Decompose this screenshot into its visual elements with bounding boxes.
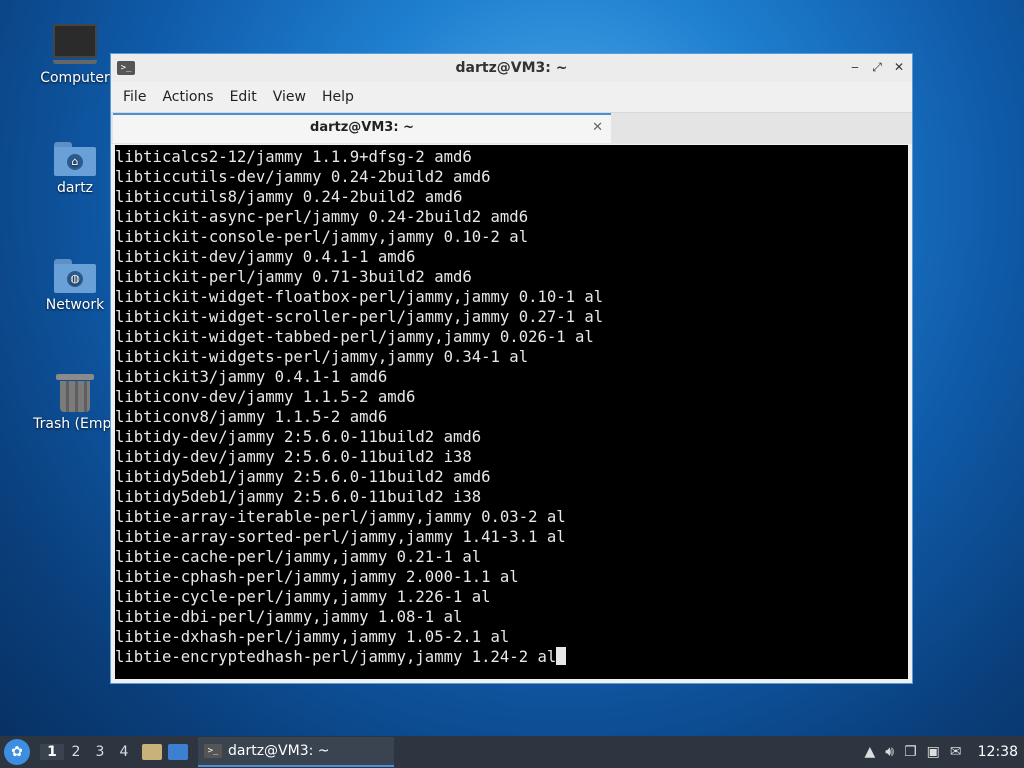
terminal-lines: libticalcs2-12/jammy 1.1.9+dfsg-2 amd6 l…	[115, 145, 908, 667]
menu-view[interactable]: View	[265, 89, 314, 105]
notification-icon[interactable]: ✉	[950, 744, 962, 760]
terminal-line: libtidy5deb1/jammy 2:5.6.0-11build2 i38	[115, 488, 482, 506]
terminal-line: libtickit-dev/jammy 0.4.1-1 amd6	[115, 248, 416, 266]
menu-file[interactable]: File	[115, 89, 154, 105]
terminal-line: libtickit-widgets-perl/jammy,jammy 0.34-…	[115, 348, 529, 366]
computer-icon	[53, 24, 97, 64]
terminal-line: libtidy-dev/jammy 2:5.6.0-11build2 i38	[115, 448, 472, 466]
clock[interactable]: 12:38	[978, 744, 1018, 760]
terminal-line: libtie-array-sorted-perl/jammy,jammy 1.4…	[115, 528, 566, 546]
tab-close-icon[interactable]: ✕	[592, 120, 603, 135]
terminal-line: libtie-cycle-perl/jammy,jammy 1.226-1 al	[115, 588, 491, 606]
tab-terminal[interactable]: dartz@VM3: ~ ✕	[113, 113, 611, 143]
volume-icon[interactable]: 🔊︎	[885, 744, 894, 760]
system-tray: ▲ 🔊︎ ❐ ▣ ✉ 12:38	[865, 736, 1024, 768]
close-button[interactable]: ✕	[892, 60, 906, 74]
terminal-line: libtie-dxhash-perl/jammy,jammy 1.05-2.1 …	[115, 628, 510, 646]
terminal-line: libtie-encryptedhash-perl/jammy,jammy 1.…	[115, 648, 557, 666]
terminal-output[interactable]: libticalcs2-12/jammy 1.1.9+dfsg-2 amd6 l…	[115, 145, 908, 679]
terminal-line: libtickit-widget-scroller-perl/jammy,jam…	[115, 308, 604, 326]
home-folder-icon: ⌂	[54, 142, 96, 176]
terminal-line: libtickit-console-perl/jammy,jammy 0.10-…	[115, 228, 529, 246]
terminal-line: libtickit-widget-tabbed-perl/jammy,jammy…	[115, 328, 594, 346]
window-title: dartz@VM3: ~	[455, 60, 568, 76]
tab-bar: dartz@VM3: ~ ✕	[111, 112, 912, 144]
menu-help[interactable]: Help	[314, 89, 362, 105]
terminal-line: libtidy5deb1/jammy 2:5.6.0-11build2 amd6	[115, 468, 491, 486]
terminal-app-icon[interactable]: >_	[117, 61, 135, 75]
terminal-line: libticcutils-dev/jammy 0.24-2build2 amd6	[115, 168, 491, 186]
menu-actions[interactable]: Actions	[154, 89, 221, 105]
workspace-4[interactable]: 4	[112, 744, 136, 760]
update-notifier-icon[interactable]: ▲	[865, 744, 876, 760]
terminal-line: libtidy-dev/jammy 2:5.6.0-11build2 amd6	[115, 428, 482, 446]
network-icon: ◍	[54, 259, 96, 293]
trash-icon	[56, 374, 94, 412]
terminal-line: libtickit-perl/jammy 0.71-3build2 amd6	[115, 268, 472, 286]
terminal-line: libtickit3/jammy 0.4.1-1 amd6	[115, 368, 388, 386]
clipboard-icon[interactable]: ❐	[904, 744, 917, 760]
terminal-cursor	[556, 647, 567, 665]
terminal-line: libtickit-async-perl/jammy 0.24-2build2 …	[115, 208, 529, 226]
terminal-line: libtie-dbi-perl/jammy,jammy 1.08-1 al	[115, 608, 463, 626]
minimize-button[interactable]: ‒	[848, 60, 862, 74]
terminal-line: libticcutils8/jammy 0.24-2build2 amd6	[115, 188, 463, 206]
file-manager-icon[interactable]	[142, 744, 162, 760]
tab-label: dartz@VM3: ~	[310, 120, 414, 135]
terminal-line: libticonv-dev/jammy 1.1.5-2 amd6	[115, 388, 416, 406]
terminal-task-icon: >_	[204, 744, 222, 758]
workspace-1[interactable]: 1	[40, 744, 64, 760]
maximize-button[interactable]: ⤢	[870, 60, 884, 74]
terminal-line: libtickit-widget-floatbox-perl/jammy,jam…	[115, 288, 604, 306]
terminal-line: libticalcs2-12/jammy 1.1.9+dfsg-2 amd6	[115, 148, 472, 166]
terminal-line: libticonv8/jammy 1.1.5-2 amd6	[115, 408, 388, 426]
workspace-switcher: 1 2 3 4	[40, 744, 136, 760]
workspace-3[interactable]: 3	[88, 744, 112, 760]
terminal-line: libtie-array-iterable-perl/jammy,jammy 0…	[115, 508, 566, 526]
terminal-line: libtie-cphash-perl/jammy,jammy 2.000-1.1…	[115, 568, 519, 586]
menu-edit[interactable]: Edit	[222, 89, 265, 105]
workspace-2[interactable]: 2	[64, 744, 88, 760]
taskbar-task-terminal[interactable]: >_ dartz@VM3: ~	[198, 737, 394, 767]
task-label: dartz@VM3: ~	[228, 743, 330, 759]
menubar: File Actions Edit View Help	[111, 82, 912, 112]
terminal-window[interactable]: >_ dartz@VM3: ~ ‒ ⤢ ✕ File Actions Edit …	[110, 53, 913, 684]
taskbar: ✿ 1 2 3 4 >_ dartz@VM3: ~ ▲ 🔊︎ ❐ ▣ ✉ 12:…	[0, 736, 1024, 768]
show-desktop-icon[interactable]	[168, 744, 188, 760]
start-menu-icon[interactable]: ✿	[4, 739, 30, 765]
network-status-icon[interactable]: ▣	[927, 744, 940, 760]
window-titlebar[interactable]: >_ dartz@VM3: ~ ‒ ⤢ ✕	[111, 54, 912, 82]
terminal-line: libtie-cache-perl/jammy,jammy 0.21-1 al	[115, 548, 482, 566]
